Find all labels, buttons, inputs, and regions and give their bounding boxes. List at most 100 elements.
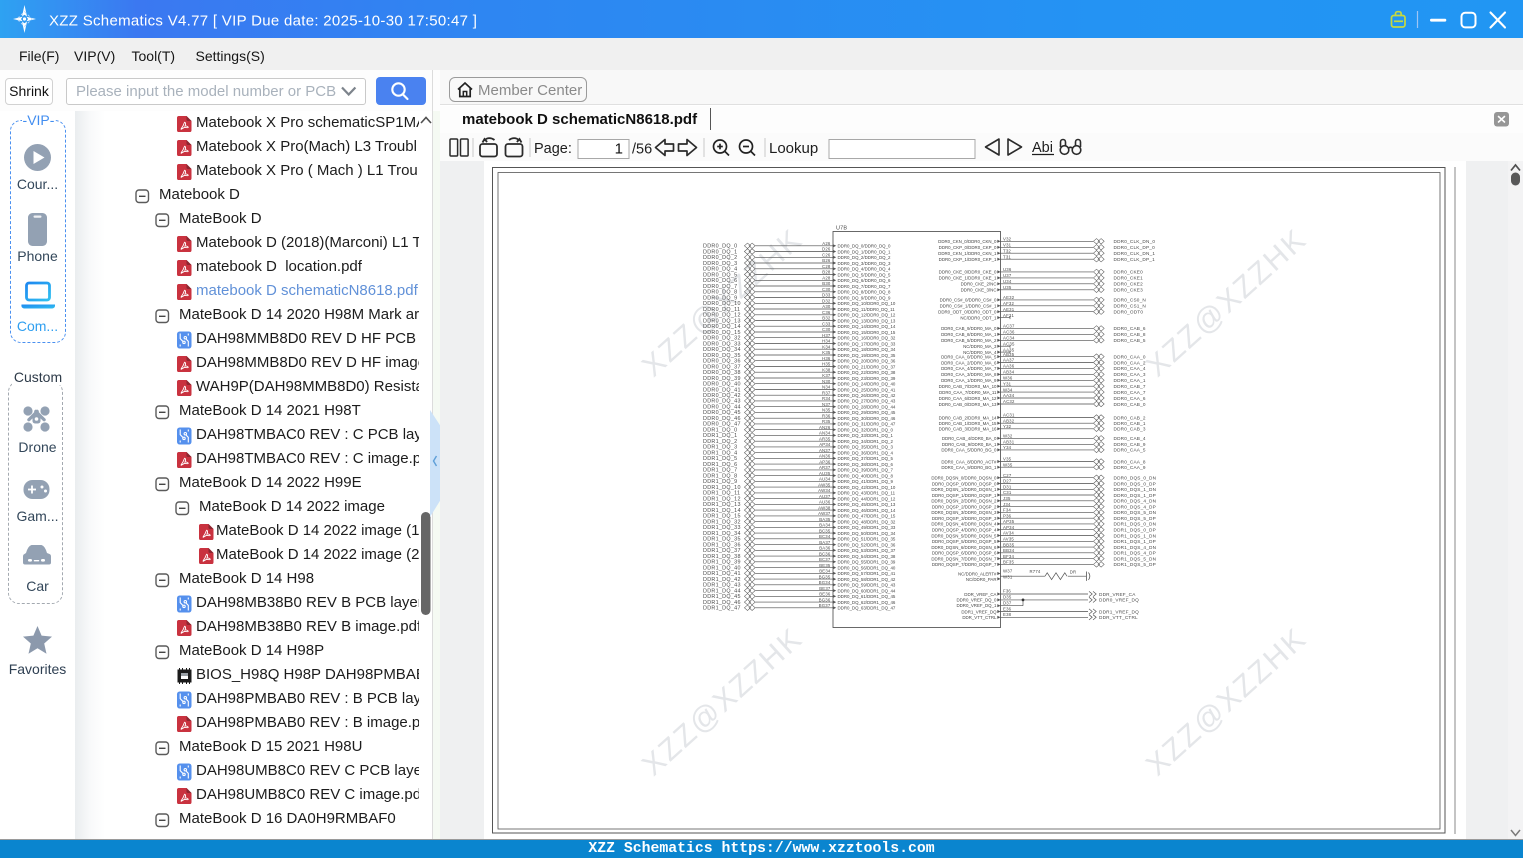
svg-text:DDR0_CAA_3: DDR0_CAA_3 [1114,372,1146,377]
svg-text:AB35: AB35 [1003,352,1015,357]
svg-text:AP35: AP35 [1003,519,1015,524]
svg-text:DDR0_CLK_DN_0: DDR0_CLK_DN_0 [1114,239,1156,244]
svg-text:DDR1_DQ_47: DDR1_DQ_47 [703,606,741,612]
svg-text:XZZ@XZZHK: XZZ@XZZHK [1140,622,1313,783]
svg-text:DDR0_DQS_1_DN: DDR0_DQS_1_DN [1114,487,1157,492]
svg-text:AP34: AP34 [1003,525,1015,530]
svg-text:DDR0_DQ_37/DDR1_DQ_5: DDR0_DQ_37/DDR1_DQ_5 [838,456,894,461]
svg-text:BA36: BA36 [819,546,831,551]
svg-text:AA37: AA37 [1003,358,1015,363]
svg-text:R34: R34 [822,396,831,401]
svg-text:DDR1_VREF_DQ: DDR1_VREF_DQ [961,609,997,614]
svg-text:DDR0_DQ_31/DDR0_DQ_47: DDR0_DQ_31/DDR0_DQ_47 [838,422,896,427]
svg-text:AU35: AU35 [819,471,831,476]
svg-text:DDR0_CKE3: DDR0_CKE3 [1114,288,1144,293]
svg-text:E38: E38 [1003,612,1012,617]
svg-text:B26: B26 [822,258,831,263]
svg-text:DDR0_DQSN_6/DDR0_DQSN_6: DDR0_DQSN_6/DDR0_DQSN_6 [931,545,997,550]
svg-text:U35: U35 [1003,285,1012,290]
svg-text:DDR0_CAB_1: DDR0_CAB_1 [1114,421,1146,426]
svg-text:AE32: AE32 [1003,295,1015,300]
svg-text:DDR0_DQ_61/DDR1_DQ_45: DDR0_DQ_61/DDR1_DQ_45 [838,594,896,599]
svg-text:AW38: AW38 [818,505,831,510]
svg-text:DDR0_DQ_19/DDR0_DQ_35: DDR0_DQ_19/DDR0_DQ_35 [838,353,896,358]
svg-text:DDR0_DQS_5_DP: DDR0_DQS_5_DP [1114,516,1156,521]
svg-text:DDR0_DQ_47/DDR1_DQ_15: DDR0_DQ_47/DDR1_DQ_15 [838,514,896,519]
svg-text:DDR0_CAA_9/DDR0_BG_1: DDR0_CAA_9/DDR0_BG_1 [941,465,997,470]
svg-text:NC/DDR0_ODT_1: NC/DDR0_ODT_1 [960,315,997,320]
svg-text:B28: B28 [822,270,831,275]
svg-text:BC37: BC37 [819,557,831,562]
svg-text:DDR0_CS1_N: DDR0_CS1_N [1114,304,1146,309]
svg-text:W35: W35 [1003,462,1013,467]
svg-text:DDR0_DQSP_4/DDR0_DQSP_4: DDR0_DQSP_4/DDR0_DQSP_4 [932,528,997,533]
svg-text:XZZ@XZZHK: XZZ@XZZHK [636,622,809,783]
svg-text:D31: D31 [1003,485,1012,490]
svg-text:BG34: BG34 [819,580,831,585]
svg-text:DDR1_VREF_DQ: DDR1_VREF_DQ [1099,609,1139,614]
svg-text:DDR0_DQSN_4/DDR0_DQSN_4: DDR0_DQSN_4/DDR0_DQSN_4 [931,522,997,527]
svg-text:BA34: BA34 [819,523,831,528]
svg-text:DDR0_DQSN_1/DDR0_DQSN_1: DDR0_DQSN_1/DDR0_DQSN_1 [931,487,997,492]
svg-text:DDR0_CAB_3/DDR0_MA_16: DDR0_CAB_3/DDR0_MA_16 [939,427,997,432]
svg-text:BA37: BA37 [819,540,831,545]
svg-text:DDR0_CAB_9/DDR0_MA_0: DDR0_CAB_9/DDR0_MA_0 [941,326,997,331]
svg-text:DDR0_CAA_8: DDR0_CAA_8 [1114,459,1146,464]
svg-text:AU34: AU34 [819,477,831,482]
svg-text:DDR0_CAA_0: DDR0_CAA_0 [1114,354,1146,359]
svg-text:R774: R774 [1029,569,1040,574]
svg-text:T32: T32 [1003,248,1011,253]
svg-text:DDR0_CAA_5/DDR0_BG_0: DDR0_CAA_5/DDR0_BG_0 [941,448,997,453]
svg-text:DDR0_CAA_2/DDR0_MA_6: DDR0_CAA_2/DDR0_MA_6 [941,360,997,365]
svg-text:H37: H37 [822,333,831,338]
svg-text:U7B: U7B [836,226,847,232]
svg-text:W34: W34 [1003,387,1013,392]
svg-text:DDR0_CKP_0/DDR0_CKP_0: DDR0_CKP_0/DDR0_CKP_0 [939,245,997,250]
svg-text:DDR1_DQS_0_DN: DDR1_DQS_0_DN [1114,522,1157,527]
svg-text:DDR0_CKN_1/DDR0_CKN_1: DDR0_CKN_1/DDR0_CKN_1 [938,251,997,256]
svg-text:DDR0_CAA_1/DDR0_MA_9: DDR0_CAA_1/DDR0_MA_9 [941,378,997,383]
svg-text:DDR1_DQS_4_DP: DDR1_DQS_4_DP [1114,551,1156,556]
svg-text:DDR0_CS0_N: DDR0_CS0_N [1114,298,1146,303]
svg-text:BE34: BE34 [819,569,831,574]
svg-text:F34: F34 [1003,508,1011,513]
svg-text:DDR0_DQSP_6/DDR0_DQSP_6: DDR0_DQSP_6/DDR0_DQSP_6 [932,551,997,556]
svg-text:DDR0_CAA_1: DDR0_CAA_1 [1114,378,1146,383]
svg-text:DDR0_DQ_21/DDR0_DQ_37: DDR0_DQ_21/DDR0_DQ_37 [838,364,896,369]
svg-text:DDR0_DQ_58/DDR1_DQ_42: DDR0_DQ_58/DDR1_DQ_42 [838,577,896,582]
svg-text:C31: C31 [1003,490,1012,495]
svg-text:XZZ@XZZHK: XZZ@XZZHK [1140,223,1313,384]
svg-text:BB34: BB34 [1003,548,1015,553]
svg-text:N34: N34 [822,385,831,390]
svg-text:DDR0_CAB_3: DDR0_CAB_3 [1114,427,1146,432]
svg-text:DR: DR [1070,570,1077,575]
svg-text:R37: R37 [822,390,831,395]
svg-text:DDR0_DQ_59/DDR1_DQ_43: DDR0_DQ_59/DDR1_DQ_43 [838,583,896,588]
svg-text:BF34: BF34 [1003,554,1014,559]
svg-text:AN34: AN34 [819,431,831,436]
svg-text:DDR0_DQS_5_DN: DDR0_DQS_5_DN [1114,510,1157,515]
svg-text:DDR0_DQ_32/DDR1_DQ_0: DDR0_DQ_32/DDR1_DQ_0 [838,428,894,433]
svg-text:DDR0_DQS_4_DN: DDR0_DQS_4_DN [1114,499,1157,504]
svg-text:DDR0_DQ_22/DDR0_DQ_38: DDR0_DQ_22/DDR0_DQ_38 [838,370,896,375]
svg-text:/56: /56 [632,141,652,157]
svg-text:K35: K35 [822,350,831,355]
svg-text:U36: U36 [1003,267,1012,272]
svg-text:DDR0_CAA_7: DDR0_CAA_7 [1114,390,1146,395]
svg-text:B32: B32 [822,316,831,321]
svg-text:J35: J35 [1003,496,1011,501]
svg-text:T31: T31 [1003,254,1011,259]
svg-text:XZZ Schematics V4.77 [ VIP Due: XZZ Schematics V4.77 [ VIP Due date: 202… [49,13,477,30]
svg-text:AB34: AB34 [1003,370,1015,375]
svg-text:DDR0_DQ_35/DDR1_DQ_3: DDR0_DQ_35/DDR1_DQ_3 [838,445,894,450]
svg-text:DDR0_CS#_0/DDR0_CS#_0: DDR0_CS#_0/DDR0_CS#_0 [940,298,997,303]
svg-text:DDR0_CKE0: DDR0_CKE0 [1114,270,1144,275]
svg-text:DDR0_CAB_4: DDR0_CAB_4 [1114,436,1146,441]
svg-text:NC/DDR0_MA_3: NC/DDR0_MA_3 [963,344,997,349]
svg-text:D32: D32 [822,299,831,304]
svg-text:DDR_VTT_CTRL: DDR_VTT_CTRL [962,615,997,620]
svg-text:DDR0_CAB_5: DDR0_CAB_5 [1114,338,1146,343]
svg-text:DDR0_DQ_6/DDR0_DQ_6: DDR0_DQ_6/DDR0_DQ_6 [838,278,892,283]
svg-text:DDR1_DQS_1_DP: DDR1_DQS_1_DP [1114,539,1156,544]
svg-text:DDR0_CAB_2: DDR0_CAB_2 [1114,415,1146,420]
